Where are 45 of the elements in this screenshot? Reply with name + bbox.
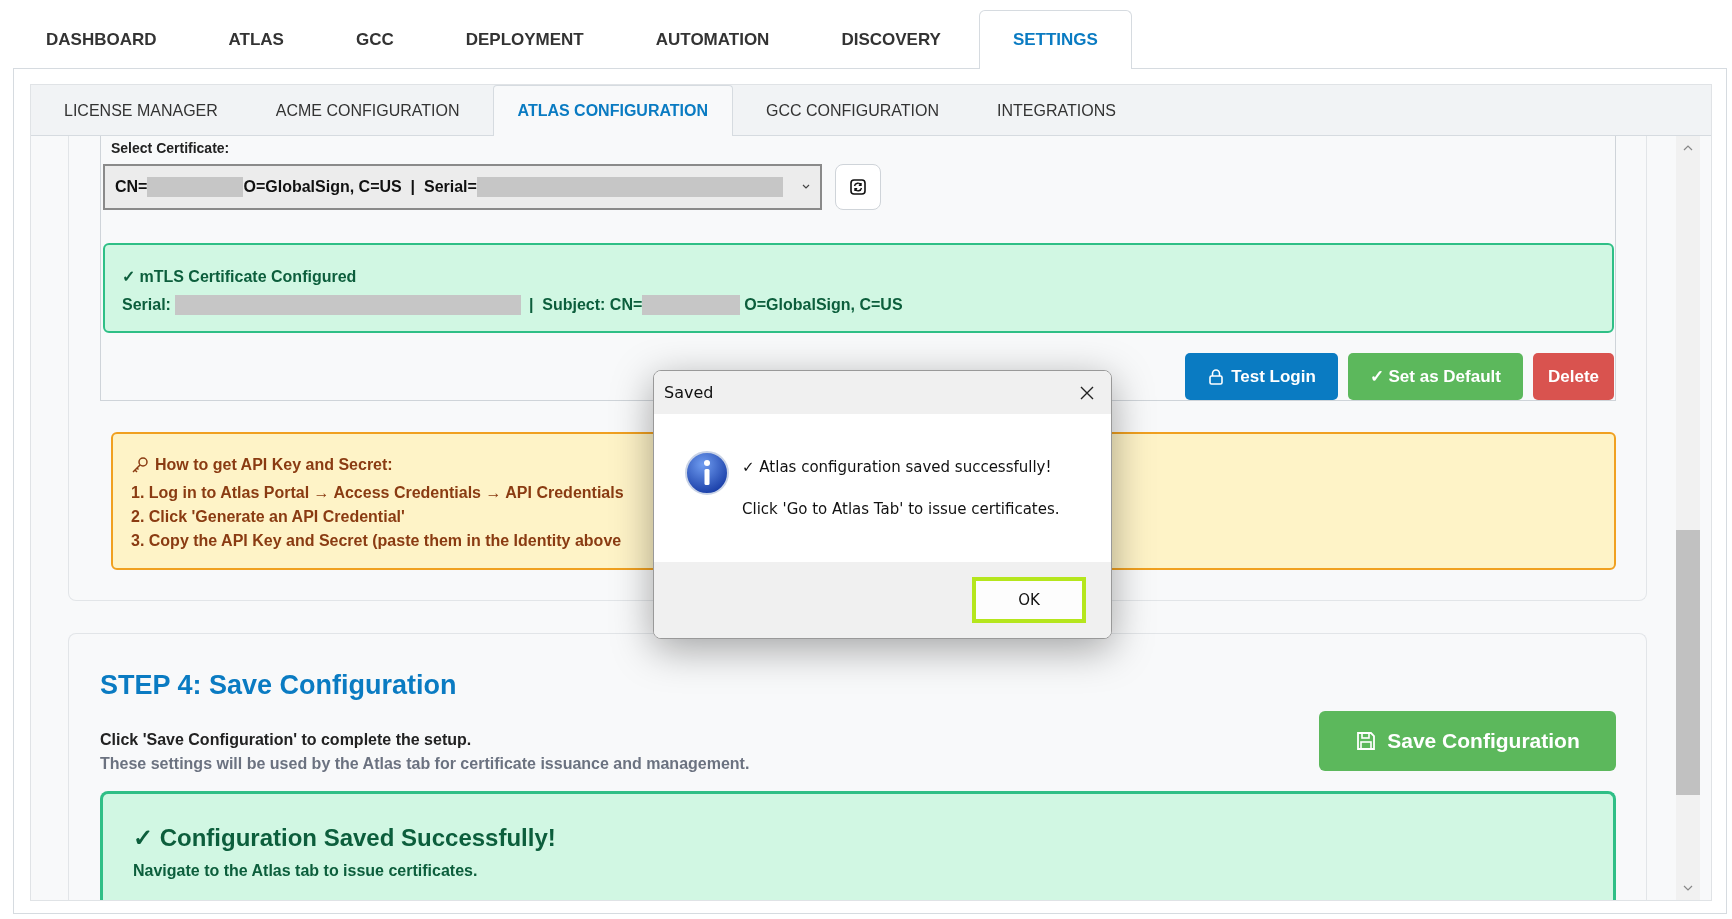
- close-icon[interactable]: [1079, 384, 1095, 401]
- ok-button[interactable]: OK: [972, 577, 1086, 623]
- sub-tab[interactable]: ACME CONFIGURATION: [250, 85, 485, 135]
- dialog-title: Saved: [664, 383, 714, 402]
- action-button[interactable]: Test Login: [1185, 353, 1338, 400]
- scroll-up-icon[interactable]: [1683, 144, 1693, 152]
- instruction-text: Click 'Save Configuration' to complete the setup.: [100, 731, 473, 749]
- status-text: O=GlobalSign, C=US: [744, 296, 903, 314]
- status-text: Serial:: [122, 296, 171, 314]
- status-title: ✓ mTLS Certificate Configured: [122, 267, 358, 286]
- refresh-button[interactable]: [835, 164, 881, 210]
- main-tab[interactable]: ATLAS: [194, 10, 318, 68]
- key-icon: [131, 456, 149, 474]
- help-step: 3. Copy the API Key and Secret (paste them in the Identity above: [131, 532, 622, 550]
- sub-tab[interactable]: LICENSE MANAGER: [39, 85, 243, 135]
- help-step: 2. Click 'Generate an API Credential': [131, 508, 405, 526]
- scroll-down-icon[interactable]: [1683, 884, 1693, 892]
- main-tab[interactable]: SETTINGS: [978, 10, 1132, 69]
- refresh-icon: [849, 178, 867, 196]
- sub-tab[interactable]: ATLAS CONFIGURATION: [492, 85, 733, 136]
- main-tab[interactable]: DEPLOYMENT: [431, 10, 618, 68]
- main-tab[interactable]: AUTOMATION: [621, 10, 804, 68]
- main-tab[interactable]: DASHBOARD: [12, 10, 191, 68]
- sub-tab[interactable]: INTEGRATIONS: [972, 85, 1141, 135]
- status-text: | Subject: CN=: [528, 296, 643, 314]
- help-title: How to get API Key and Secret:: [155, 456, 393, 474]
- field-label: Select Certificate:: [110, 139, 231, 158]
- help-step: 1. Log in to Atlas Portal → Access Credentials → API Credentials: [131, 484, 624, 502]
- scrollbar[interactable]: [1676, 136, 1700, 900]
- caret-icon: [802, 184, 810, 190]
- action-button[interactable]: Delete: [1532, 353, 1614, 400]
- step-title: STEP 4: Save Configuration: [100, 670, 458, 701]
- main-tab[interactable]: DISCOVERY: [807, 10, 975, 68]
- certificate-select[interactable]: CN= O=GlobalSign, C=US | Serial=: [103, 164, 822, 210]
- success-text: Navigate to the Atlas tab to issue certificates.: [133, 862, 479, 880]
- note-text: These settings will be used by the Atlas tab for certificate issuance and management.: [100, 755, 750, 773]
- success-title: ✓ Configuration Saved Successfully!: [133, 824, 557, 852]
- main-tab[interactable]: GCC: [321, 10, 428, 68]
- scroll-thumb[interactable]: [1676, 530, 1700, 795]
- info-icon: [684, 450, 730, 496]
- dialog-detail: Click 'Go to Atlas Tab' to issue certificates.: [742, 500, 1060, 518]
- lock-icon: [1207, 367, 1226, 386]
- sub-tab[interactable]: GCC CONFIGURATION: [741, 85, 965, 135]
- floppy-icon: [1355, 730, 1378, 752]
- dialog-message: ✓ Atlas configuration saved successfully!: [742, 458, 1053, 476]
